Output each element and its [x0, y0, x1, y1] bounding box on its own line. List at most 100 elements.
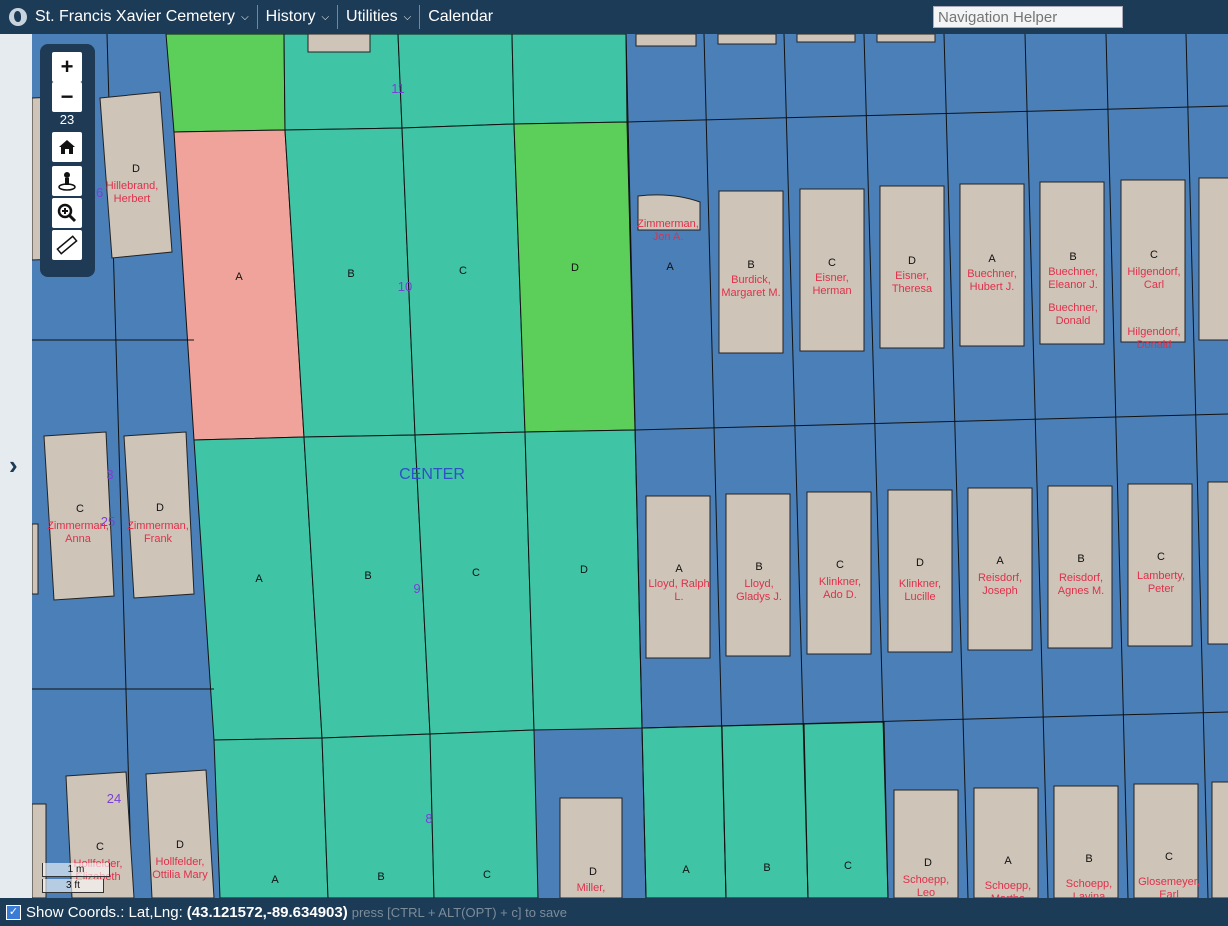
headstone[interactable] — [1207, 481, 1228, 645]
headstone[interactable] — [1047, 485, 1113, 649]
plot-letter: D — [176, 839, 184, 851]
interment-name-label[interactable]: Hilgendorf, Carl — [1122, 266, 1186, 292]
coordinates-readout: (43.121572,-89.634903) — [186, 903, 348, 921]
interment-name-label[interactable]: Schoepp, Martha — [976, 880, 1040, 898]
plot-sold[interactable] — [173, 129, 305, 441]
interment-name-label[interactable]: Reisdorf, Agnes M. — [1049, 572, 1113, 598]
interment-name-label[interactable]: Klinkner, Ado D. — [808, 576, 872, 602]
top-navigation-bar: St. Francis Xavier Cemetery ⌵ History ⌵ Ut… — [0, 0, 1228, 34]
headstone[interactable] — [806, 491, 872, 655]
plot-letter: D — [908, 255, 916, 267]
plot-letter: C — [844, 860, 852, 872]
ruler-icon — [56, 235, 78, 255]
headstone[interactable] — [1120, 179, 1186, 343]
headstone[interactable] — [967, 487, 1033, 651]
headstone[interactable] — [307, 34, 371, 53]
zoom-out-button[interactable]: − — [52, 82, 82, 112]
interment-name-label[interactable]: Hollfelder, Ottilia Mary — [148, 856, 212, 882]
locate-me-button[interactable] — [52, 166, 82, 196]
headstone[interactable] — [887, 489, 953, 653]
show-coords-checkbox[interactable]: ✓ — [6, 904, 21, 920]
plot-reserved[interactable] — [165, 34, 286, 133]
headstone[interactable] — [1198, 177, 1228, 341]
headstone[interactable] — [796, 34, 856, 43]
interment-name-label[interactable]: Lamberty, Peter — [1129, 570, 1193, 596]
scale-metric: 1 m — [42, 863, 110, 877]
interment-name-label[interactable]: Eisner, Theresa — [880, 270, 944, 296]
interment-name-label[interactable]: Zimmerman, Jon A. — [636, 218, 700, 244]
navigation-helper-input[interactable] — [933, 6, 1123, 28]
interment-name-label[interactable]: Hilgendorf, Donald — [1122, 326, 1186, 352]
headstone[interactable] — [99, 91, 173, 259]
plot-letter: D — [156, 502, 164, 514]
headstone[interactable] — [879, 185, 945, 349]
plot-letter: C — [76, 503, 84, 515]
headstone[interactable] — [123, 431, 195, 599]
headstone[interactable] — [718, 190, 784, 354]
headstone[interactable] — [799, 188, 865, 352]
interment-name-label[interactable]: Schoepp, Leo — [894, 874, 958, 898]
plot-letter: D — [924, 857, 932, 869]
plot-letter: C — [459, 265, 467, 277]
plot-letter: B — [347, 268, 354, 280]
interment-name-label[interactable]: Hillebrand, Herbert — [100, 180, 164, 206]
home-icon — [59, 140, 75, 154]
plot-available[interactable] — [524, 429, 643, 731]
interment-name-label[interactable]: Schoepp, Lavina — [1057, 878, 1121, 898]
interment-name-label[interactable]: Glosemeyer, Earl — [1137, 876, 1201, 898]
headstone[interactable] — [876, 34, 936, 43]
status-bar: ✓ Show Coords.: Lat,Lng: (43.121572,-89.… — [0, 898, 1228, 926]
plot-available[interactable] — [193, 436, 323, 741]
headstone[interactable] — [32, 523, 39, 595]
plot-letter: B — [1077, 553, 1084, 565]
headstone[interactable] — [645, 495, 711, 659]
headstone[interactable] — [635, 34, 697, 47]
plot-letter: C — [828, 257, 836, 269]
plot-letter: A — [271, 874, 279, 886]
center-label: CENTER — [399, 466, 465, 483]
interment-name-label[interactable]: Reisdorf, Joseph — [968, 572, 1032, 598]
plot-available[interactable] — [401, 123, 526, 436]
app-title-menu[interactable]: St. Francis Xavier Cemetery ⌵ — [27, 0, 257, 34]
interment-name-label[interactable]: Zimmerman, Frank — [126, 520, 190, 546]
plot-letter: B — [1069, 251, 1076, 263]
home-button[interactable] — [52, 132, 82, 162]
cemetery-logo-icon — [9, 8, 27, 26]
cemetery-map[interactable]: A B C D A D B C D A B C C D A B C D A B … — [32, 34, 1228, 898]
interment-name-label[interactable]: Klinkner, Lucille — [888, 578, 952, 604]
plot-letter: B — [1085, 853, 1092, 865]
plot-available[interactable] — [397, 34, 515, 129]
history-menu[interactable]: History ⌵ — [258, 0, 337, 34]
history-menu-label: History — [265, 8, 316, 25]
interment-name-label[interactable]: Miller, — [559, 882, 623, 895]
plot-reserved[interactable] — [513, 121, 636, 433]
plot-letter: C — [836, 559, 844, 571]
plot-available[interactable] — [511, 34, 628, 125]
show-coords-label: Show Coords.: Lat,Lng: — [26, 903, 183, 921]
measure-button[interactable] — [52, 230, 82, 260]
headstone[interactable] — [725, 493, 791, 657]
zoom-to-button[interactable] — [52, 198, 82, 228]
plot-available[interactable] — [284, 127, 416, 438]
calendar-menu[interactable]: Calendar — [420, 0, 501, 34]
interment-name-label[interactable]: Lloyd, Ralph L. — [647, 578, 711, 604]
interment-name-label[interactable]: Buechner, Donald — [1041, 302, 1105, 328]
headstone[interactable] — [717, 34, 777, 45]
plot-letter: D — [132, 163, 140, 175]
interment-name-label[interactable]: Lloyd, Gladys J. — [727, 578, 791, 604]
plot-letter: D — [571, 262, 579, 274]
headstone[interactable] — [959, 183, 1025, 347]
expand-panel-chevron-icon[interactable]: › — [9, 450, 18, 481]
interment-name-label[interactable]: Buechner, Eleanor J. — [1041, 266, 1105, 292]
interment-name-label[interactable]: Zimmerman, Anna — [46, 520, 110, 546]
section-number: 24 — [107, 791, 121, 806]
zoom-in-button[interactable]: + — [52, 52, 82, 82]
headstone[interactable] — [1127, 483, 1193, 647]
utilities-menu[interactable]: Utilities ⌵ — [338, 0, 419, 34]
collapsed-side-panel: › — [0, 34, 33, 898]
plot-letter: B — [763, 862, 770, 874]
interment-name-label[interactable]: Buechner, Hubert J. — [960, 268, 1024, 294]
interment-name-label[interactable]: Eisner, Herman — [800, 272, 864, 298]
headstone[interactable] — [1211, 781, 1228, 898]
interment-name-label[interactable]: Burdick, Margaret M. — [719, 274, 783, 300]
